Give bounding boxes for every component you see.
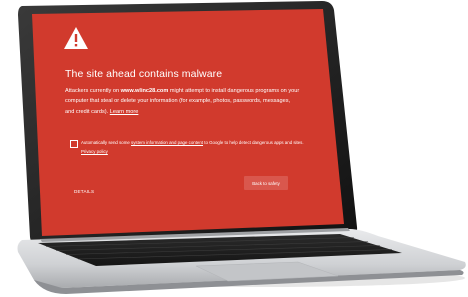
message-prefix: Attackers currently on [65,88,121,94]
warning-triangle-icon [64,27,88,49]
report-text-mid: to Google to help detect dangerous apps … [203,140,304,145]
back-to-safety-button[interactable]: Back to safety [244,176,288,190]
report-checkbox[interactable] [70,140,78,148]
warning-message: Attackers currently on www.wlinc28.com m… [65,86,300,117]
page-title: The site ahead contains malware [65,68,223,80]
report-text-prefix: Automatically send some [81,140,132,145]
privacy-policy-link[interactable]: Privacy policy [81,149,108,154]
report-text: Automatically send some system informati… [81,139,306,156]
system-info-link[interactable]: system information and page content [131,140,203,145]
details-button[interactable]: DETAILS [74,189,94,194]
laptop-scene: The site ahead contains malware Attacker… [0,0,468,297]
site-name: www.wlinc28.com [120,88,169,94]
learn-more-link[interactable]: Learn more [110,109,139,115]
